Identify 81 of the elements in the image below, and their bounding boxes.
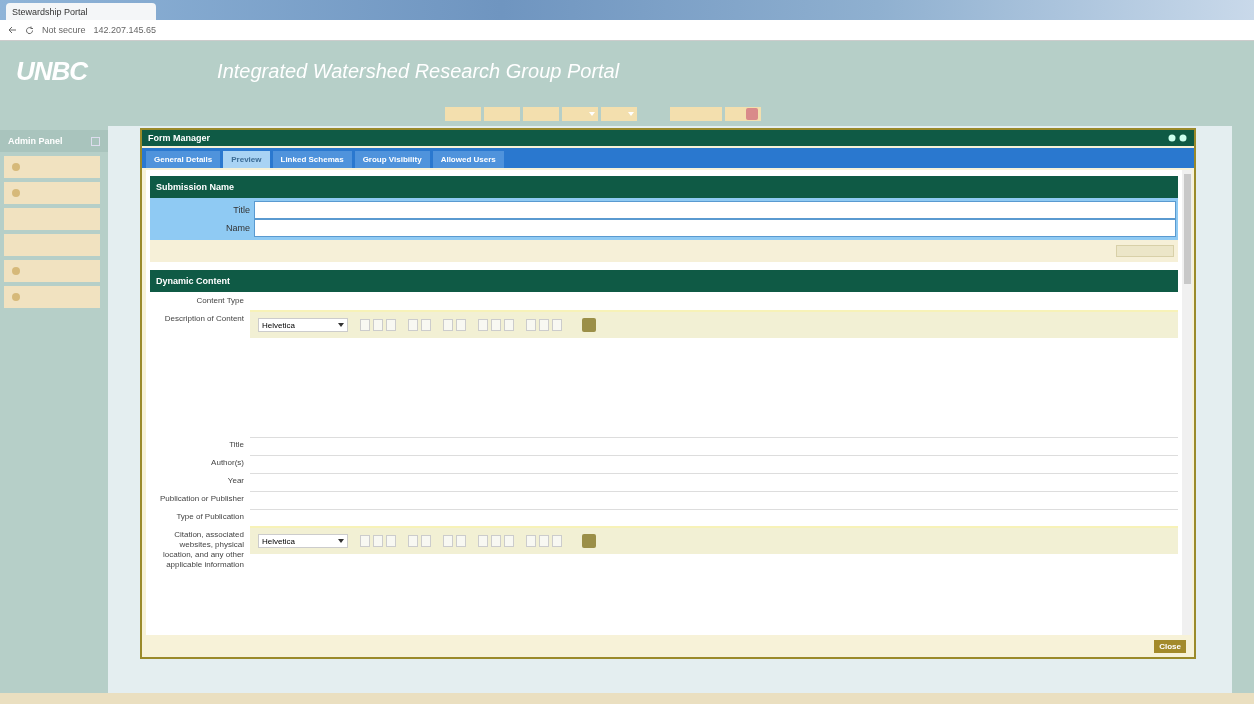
toolbar-button[interactable]	[539, 319, 549, 331]
toolbar-button[interactable]	[504, 319, 514, 331]
sidebar-item[interactable]	[4, 260, 100, 282]
reload-icon[interactable]	[25, 25, 34, 35]
field-label: Title	[232, 205, 251, 215]
toolbar-button[interactable]	[539, 535, 549, 547]
toolbar-button[interactable]	[526, 535, 536, 547]
section-header: Submission Name	[150, 176, 1178, 198]
tab[interactable]: Linked Schemas	[272, 151, 352, 168]
toolbar-button[interactable]	[421, 319, 431, 331]
sidebar-item[interactable]	[4, 156, 100, 178]
browser-tab[interactable]: Stewardship Portal	[6, 3, 156, 20]
window-buttons-icon[interactable]	[1168, 134, 1188, 142]
field-label: Citation, associated websites, physical location, and any other applicable information	[162, 529, 245, 570]
nav-button[interactable]	[523, 107, 559, 121]
field-label: Content Type	[195, 296, 245, 306]
toolbar-button[interactable]	[373, 535, 383, 547]
scrollbar[interactable]	[1183, 174, 1191, 284]
toolbar-button[interactable]	[386, 535, 396, 547]
toolbar-button[interactable]	[552, 535, 562, 547]
dialog-title: Form Manager	[148, 133, 210, 143]
nav-button[interactable]	[725, 107, 761, 121]
toolbar-button[interactable]	[373, 319, 383, 331]
font-select[interactable]: Helvetica	[258, 534, 348, 548]
nav-button[interactable]	[445, 107, 481, 121]
toolbar-button[interactable]	[456, 319, 466, 331]
toolbar-button[interactable]	[478, 535, 488, 547]
toolbar-button[interactable]	[443, 319, 453, 331]
toolbar-button[interactable]	[443, 535, 453, 547]
nav-button[interactable]	[484, 107, 520, 121]
collapse-icon[interactable]	[91, 136, 100, 146]
nav-button[interactable]	[562, 107, 598, 121]
caret-icon	[589, 112, 595, 116]
toolbar-button[interactable]	[456, 535, 466, 547]
field-label: Publication or Publisher	[158, 494, 245, 504]
field-label: Author(s)	[210, 458, 245, 468]
security-label[interactable]: Not secure	[42, 25, 86, 35]
save-button[interactable]	[1116, 245, 1174, 257]
sidebar-item[interactable]	[4, 208, 100, 230]
color-button[interactable]	[582, 534, 596, 548]
nav-button[interactable]	[601, 107, 637, 121]
field-label: Name	[225, 223, 251, 233]
sidebar-item[interactable]	[4, 286, 100, 308]
toolbar-button[interactable]	[552, 319, 562, 331]
input-field[interactable]	[254, 201, 1176, 219]
tab[interactable]: Group Visibility	[354, 151, 430, 168]
sidebar-item[interactable]	[4, 182, 100, 204]
field-label: Title	[228, 440, 245, 450]
field-label: Year	[226, 476, 245, 486]
nav-button[interactable]	[670, 107, 722, 121]
logo: UNBC	[16, 55, 88, 87]
toolbar-button[interactable]	[386, 319, 396, 331]
badge-icon	[746, 108, 758, 120]
back-icon[interactable]	[8, 26, 17, 34]
toolbar-button[interactable]	[478, 319, 488, 331]
toolbar-button[interactable]	[360, 535, 370, 547]
caret-icon	[628, 112, 634, 116]
tab[interactable]: General Details	[146, 151, 221, 168]
toolbar-button[interactable]	[491, 319, 501, 331]
font-select[interactable]: Helvetica	[258, 318, 348, 332]
caret-icon	[338, 323, 344, 327]
field-label: Type of Publication	[175, 512, 245, 522]
tab[interactable]: Allowed Users	[432, 151, 504, 168]
field-label: Description of Content	[163, 313, 245, 324]
caret-icon	[338, 539, 344, 543]
sidebar-item[interactable]	[4, 234, 100, 256]
toolbar-button[interactable]	[421, 535, 431, 547]
toolbar-button[interactable]	[408, 319, 418, 331]
section-header: Dynamic Content	[150, 270, 1178, 292]
toolbar-button[interactable]	[491, 535, 501, 547]
color-button[interactable]	[582, 318, 596, 332]
close-button[interactable]: Close	[1154, 639, 1186, 653]
address-field[interactable]: 142.207.145.65	[93, 25, 157, 35]
panel-title: Admin Panel	[8, 136, 63, 146]
portal-title: Integrated Watershed Research Group Portal	[217, 59, 620, 83]
toolbar-button[interactable]	[408, 535, 418, 547]
tab[interactable]: Preview	[223, 151, 270, 168]
input-field[interactable]	[254, 219, 1176, 237]
toolbar-button[interactable]	[526, 319, 536, 331]
toolbar-button[interactable]	[504, 535, 514, 547]
toolbar-button[interactable]	[360, 319, 370, 331]
